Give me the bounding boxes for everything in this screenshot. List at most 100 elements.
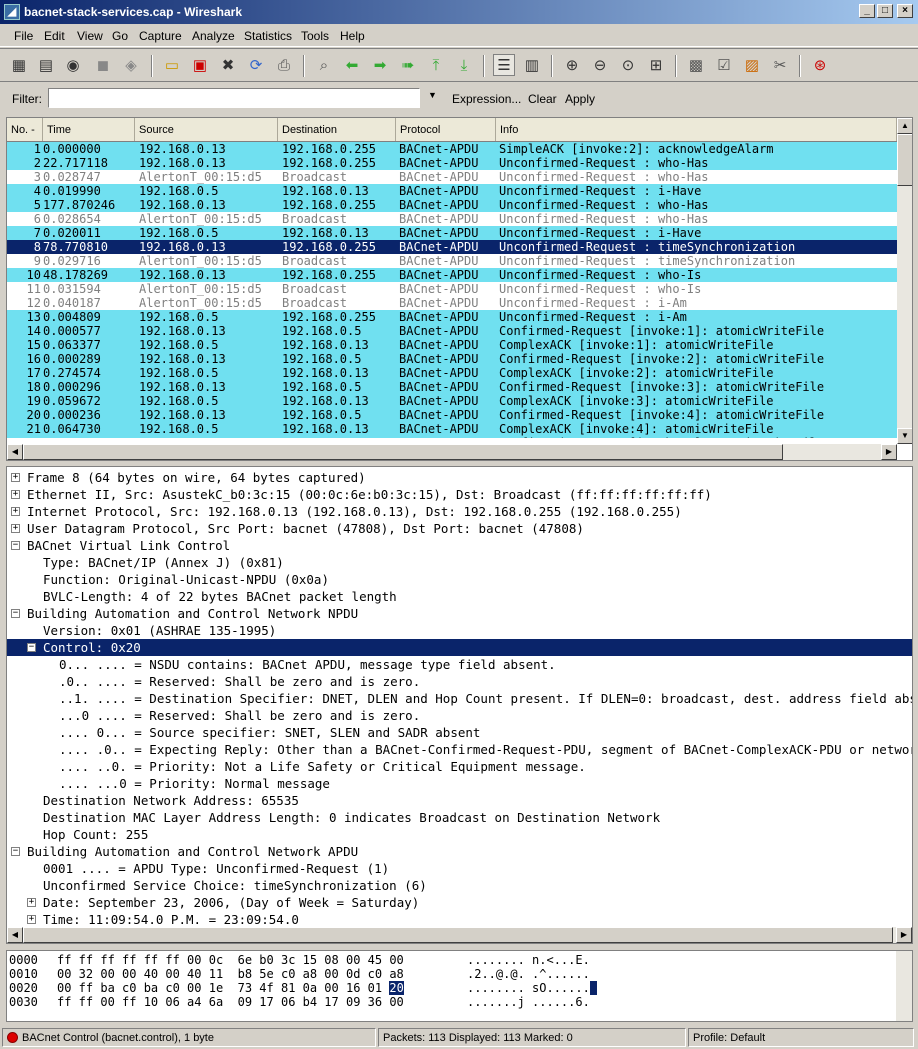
- detail-row[interactable]: Unconfirmed Service Choice: timeSynchron…: [7, 877, 912, 894]
- collapse-icon[interactable]: −: [11, 609, 20, 618]
- packet-row[interactable]: 4 0.019990 192.168.0.5 192.168.0.13 BACnet-A…: [7, 184, 897, 198]
- stop-icon[interactable]: ◼: [92, 54, 114, 76]
- packet-row[interactable]: 19 0.059672 192.168.0.5 192.168.0.13 BACnet-…: [7, 394, 897, 408]
- menu-analyze[interactable]: Analyze: [192, 29, 235, 43]
- column-header-time[interactable]: Time: [43, 118, 135, 141]
- expand-icon[interactable]: +: [11, 473, 20, 482]
- hex-vscrollbar[interactable]: [896, 951, 912, 1021]
- packet-row[interactable]: 20 0.000236 192.168.0.13 192.168.0.5 BACnet-…: [7, 408, 897, 422]
- packet-row[interactable]: 13 0.004809 192.168.0.5 192.168.0.255 BACnet…: [7, 310, 897, 324]
- menu-go[interactable]: Go: [112, 29, 128, 43]
- forward-icon[interactable]: ➡: [369, 54, 391, 76]
- packet-list-vscrollbar[interactable]: ▲ ▼: [897, 118, 912, 444]
- detail-row[interactable]: .0.. .... = Reserved: Shall be zero and …: [7, 673, 912, 690]
- scroll-up-icon[interactable]: ▲: [897, 118, 912, 134]
- column-header-destination[interactable]: Destination: [278, 118, 396, 141]
- menu-view[interactable]: View: [77, 29, 103, 43]
- packet-row[interactable]: 14 0.000577 192.168.0.13 192.168.0.5 BACnet-…: [7, 324, 897, 338]
- column-header-protocol[interactable]: Protocol: [396, 118, 496, 141]
- detail-row[interactable]: + Ethernet II, Src: AsustekC_b0:3c:15 (00…: [7, 486, 912, 503]
- packet-row[interactable]: 5 177.870246 192.168.0.13 192.168.0.255 BACn…: [7, 198, 897, 212]
- packet-row[interactable]: 18 0.000296 192.168.0.13 192.168.0.5 BACnet-…: [7, 380, 897, 394]
- expert-info-icon[interactable]: [7, 1032, 18, 1043]
- detail-row[interactable]: Type: BACnet/IP (Annex J) (0x81): [7, 554, 912, 571]
- autoscroll-icon[interactable]: ▥: [521, 54, 543, 76]
- detail-row[interactable]: ..1. .... = Destination Specifier: DNET,…: [7, 690, 912, 707]
- expand-icon[interactable]: +: [27, 898, 36, 907]
- close-icon[interactable]: ✖: [217, 54, 239, 76]
- resize-columns-icon[interactable]: ⊞: [645, 54, 667, 76]
- packet-list-hscrollbar[interactable]: ◀ ▶: [7, 444, 897, 460]
- detail-row[interactable]: .... ...0 = Priority: Normal message: [7, 775, 912, 792]
- packet-row[interactable]: 15 0.063377 192.168.0.5 192.168.0.13 BACnet-…: [7, 338, 897, 352]
- first-icon[interactable]: ⤒: [425, 54, 447, 76]
- scroll-right-icon[interactable]: ▶: [881, 444, 897, 460]
- maximize-button[interactable]: □: [877, 4, 893, 18]
- back-icon[interactable]: ⬅: [341, 54, 363, 76]
- filter-dropdown-icon[interactable]: ▼: [428, 90, 438, 106]
- display-filters-icon[interactable]: ☑: [713, 54, 735, 76]
- filter-input[interactable]: [48, 88, 420, 108]
- detail-row[interactable]: Destination Network Address: 65535: [7, 792, 912, 809]
- scroll-left-icon[interactable]: ◀: [7, 444, 23, 460]
- menu-file[interactable]: File: [14, 29, 33, 43]
- menu-statistics[interactable]: Statistics: [244, 29, 292, 43]
- zoom-out-icon[interactable]: ⊖: [589, 54, 611, 76]
- options-icon[interactable]: ▤: [35, 54, 57, 76]
- preferences-icon[interactable]: ✂: [769, 54, 791, 76]
- hex-row[interactable]: 0010 00 32 00 00 40 00 40 11 b8 5e c0 a8 …: [9, 967, 590, 981]
- packet-row[interactable]: 220.000308 192.168.0.13192.168.0.5BACnet-…: [7, 436, 897, 438]
- detail-row[interactable]: 0... .... = NSDU contains: BACnet APDU, …: [7, 656, 912, 673]
- detail-row[interactable]: .... ..0. = Priority: Not a Life Safety …: [7, 758, 912, 775]
- detail-row[interactable]: + User Datagram Protocol, Src Port: bacne…: [7, 520, 912, 537]
- packet-row[interactable]: 17 0.274574 192.168.0.5 192.168.0.13 BACnet-…: [7, 366, 897, 380]
- collapse-icon[interactable]: −: [11, 541, 20, 550]
- status-profile[interactable]: Profile: Default: [688, 1028, 914, 1047]
- help-icon[interactable]: ⊛: [809, 54, 831, 76]
- detail-row[interactable]: − BACnet Virtual Link Control: [7, 537, 912, 554]
- print-icon[interactable]: ⎙: [273, 54, 295, 76]
- detail-row[interactable]: ...0 .... = Reserved: Shall be zero and …: [7, 707, 912, 724]
- start-icon[interactable]: ◉: [62, 54, 84, 76]
- detail-row[interactable]: + Date: September 23, 2006, (Day of Week …: [7, 894, 912, 911]
- packet-row[interactable]: 9 0.029716 AlertonT_00:15:d5 Broadcast BACne…: [7, 254, 897, 268]
- packet-row[interactable]: 3 0.028747 AlertonT_00:15:d5 Broadcast BACne…: [7, 170, 897, 184]
- expression-button[interactable]: Expression...: [452, 92, 521, 106]
- detail-row[interactable]: + Frame 8 (64 bytes on wire, 64 bytes cap…: [7, 469, 912, 486]
- packet-row[interactable]: 6 0.028654 AlertonT_00:15:d5 Broadcast BACne…: [7, 212, 897, 226]
- expand-icon[interactable]: +: [11, 490, 20, 499]
- scroll-thumb[interactable]: [23, 444, 783, 460]
- scroll-right-icon[interactable]: ▶: [896, 927, 912, 943]
- detail-row[interactable]: .... 0... = Source specifier: SNET, SLEN…: [7, 724, 912, 741]
- packet-row[interactable]: 1 0.000000 192.168.0.13 192.168.0.255 BACnet…: [7, 142, 897, 156]
- menu-help[interactable]: Help: [340, 29, 365, 43]
- hex-row[interactable]: 0000 ff ff ff ff ff ff 00 0c 6e b0 3c 15 …: [9, 953, 590, 967]
- interfaces-icon[interactable]: ▦: [8, 54, 30, 76]
- detail-row[interactable]: + Time: 11:09:54.0 P.M. = 23:09:54.0: [7, 911, 912, 928]
- zoom-normal-icon[interactable]: ⊙: [617, 54, 639, 76]
- expand-icon[interactable]: +: [27, 915, 36, 924]
- menu-tools[interactable]: Tools: [301, 29, 329, 43]
- packet-row[interactable]: 12 0.040187 AlertonT_00:15:d5 Broadcast BACn…: [7, 296, 897, 310]
- expand-icon[interactable]: +: [11, 524, 20, 533]
- apply-button[interactable]: Apply: [565, 92, 595, 106]
- detail-row[interactable]: Version: 0x01 (ASHRAE 135-1995): [7, 622, 912, 639]
- scroll-left-icon[interactable]: ◀: [7, 927, 23, 943]
- column-header-source[interactable]: Source: [135, 118, 278, 141]
- detail-row[interactable]: − Building Automation and Control Network…: [7, 605, 912, 622]
- scroll-thumb[interactable]: [23, 927, 893, 943]
- hex-row[interactable]: 0020 00 ff ba c0 ba c0 00 1e 73 4f 81 0a …: [9, 981, 598, 995]
- collapse-icon[interactable]: −: [11, 847, 20, 856]
- save-icon[interactable]: ▣: [189, 54, 211, 76]
- details-hscrollbar[interactable]: ◀ ▶: [7, 927, 912, 943]
- detail-row[interactable]: + Internet Protocol, Src: 192.168.0.13 (1…: [7, 503, 912, 520]
- packet-row[interactable]: 16 0.000289 192.168.0.13 192.168.0.5 BACnet-…: [7, 352, 897, 366]
- expand-icon[interactable]: +: [11, 507, 20, 516]
- packet-row[interactable]: 7 0.020011 192.168.0.5 192.168.0.13 BACnet-A…: [7, 226, 897, 240]
- close-window-button[interactable]: ×: [897, 4, 913, 18]
- detail-row[interactable]: Destination MAC Layer Address Length: 0 …: [7, 809, 912, 826]
- menu-capture[interactable]: Capture: [139, 29, 182, 43]
- minimize-button[interactable]: _: [859, 4, 875, 18]
- detail-row[interactable]: − Building Automation and Control Network…: [7, 843, 912, 860]
- clear-button[interactable]: Clear: [528, 92, 557, 106]
